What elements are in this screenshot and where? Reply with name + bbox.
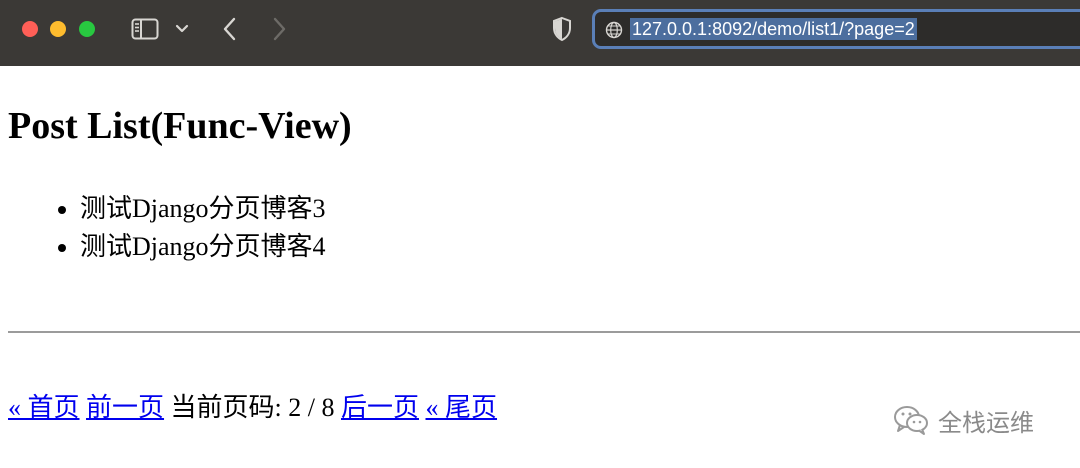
back-icon[interactable] xyxy=(216,14,244,44)
divider xyxy=(8,331,1080,333)
minimize-window-button[interactable] xyxy=(50,21,66,37)
watermark-text: 全栈运维 xyxy=(938,408,1034,437)
forward-icon[interactable] xyxy=(265,14,293,44)
address-bar[interactable]: 127.0.0.1:8092/demo/list1/?page=2 xyxy=(592,9,1080,49)
post-list-item: 测试Django分页博客3 xyxy=(80,190,326,228)
prev-page-link[interactable]: 前一页 xyxy=(86,393,164,422)
browser-toolbar: 127.0.0.1:8092/demo/list1/?page=2 xyxy=(0,0,1080,66)
close-window-button[interactable] xyxy=(22,21,38,37)
pagination: « 首页 前一页 当前页码: 2 / 8 后一页 « 尾页 xyxy=(8,390,497,426)
last-page-link[interactable]: « 尾页 xyxy=(426,393,498,422)
url-text[interactable]: 127.0.0.1:8092/demo/list1/?page=2 xyxy=(630,18,917,40)
current-page-text: 当前页码: 2 / 8 xyxy=(170,393,335,422)
post-list: 测试Django分页博客3 测试Django分页博客4 xyxy=(40,190,326,266)
sidebar-icon[interactable] xyxy=(130,17,160,41)
first-page-link[interactable]: « 首页 xyxy=(8,393,80,422)
wechat-icon xyxy=(894,406,928,435)
post-list-item: 测试Django分页博客4 xyxy=(80,228,326,266)
zoom-window-button[interactable] xyxy=(79,21,95,37)
chevron-down-icon[interactable] xyxy=(172,18,192,40)
shield-icon[interactable] xyxy=(548,15,576,43)
page-title: Post List(Func-View) xyxy=(8,105,352,147)
next-page-link[interactable]: 后一页 xyxy=(341,393,419,422)
globe-icon xyxy=(605,21,623,39)
watermark: 全栈运维 xyxy=(892,400,1034,440)
